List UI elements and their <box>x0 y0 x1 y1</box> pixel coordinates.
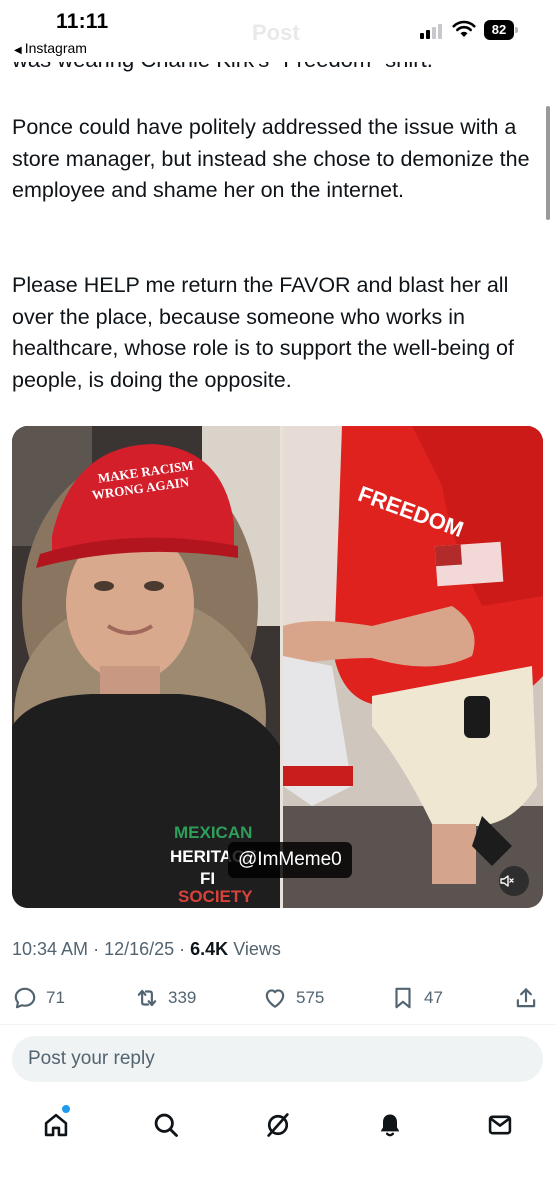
nav-notifications[interactable] <box>370 1105 410 1145</box>
home-icon <box>44 1113 68 1137</box>
repost-button[interactable]: 339 <box>134 978 196 1018</box>
media-watermark: @ImMeme0 <box>228 842 352 878</box>
bottom-nav <box>0 1095 555 1155</box>
bookmark-count: 47 <box>424 988 443 1007</box>
tweet-time: 10:34 AM <box>12 939 89 959</box>
tweet-media-video[interactable]: MEXICAN HERITAGE FI SOCIETY MAKE RACISM … <box>12 426 543 908</box>
battery-level: 82 <box>484 20 514 40</box>
messages-icon <box>488 1115 512 1135</box>
tweet-paragraph-1: Ponce could have politely addressed the … <box>12 115 530 202</box>
tweet-meta: 10:34 AM · 12/16/25 · 6.4K Views <box>12 939 281 959</box>
reply-button[interactable]: 71 <box>12 978 65 1018</box>
status-bar: Post 11:11 ◀ Instagram 82 <box>0 0 555 62</box>
speaker-muted-icon <box>500 875 514 887</box>
shirt-text-4: SOCIETY <box>178 887 253 906</box>
bookmark-button[interactable]: 47 <box>390 978 443 1018</box>
reply-count: 71 <box>46 988 65 1007</box>
nav-search[interactable] <box>146 1105 186 1145</box>
divider <box>0 1024 555 1025</box>
tweet-action-bar: 71 339 575 47 <box>0 978 555 1018</box>
battery-icon: 82 <box>484 20 518 40</box>
nav-grok[interactable] <box>258 1105 298 1145</box>
back-to-app-link[interactable]: ◀ Instagram <box>14 40 87 56</box>
notifications-icon <box>380 1114 400 1137</box>
mute-toggle-button[interactable] <box>499 866 529 896</box>
back-triangle-icon: ◀ <box>14 45 22 56</box>
ghost-header-title: Post <box>252 20 300 45</box>
share-icon <box>516 988 536 1008</box>
home-notification-dot <box>62 1105 70 1113</box>
scrollbar[interactable] <box>546 106 550 220</box>
nav-messages[interactable] <box>480 1105 520 1145</box>
search-icon <box>154 1113 178 1137</box>
tweet-paragraph-2: Please HELP me return the FAVOR and blas… <box>12 273 514 392</box>
tweet-date: 12/16/25 <box>104 939 175 959</box>
shirt-text-1: MEXICAN <box>174 823 252 842</box>
bookmark-icon <box>395 987 411 1009</box>
cellular-signal-icon <box>420 23 446 39</box>
status-time: 11:11 <box>56 10 109 33</box>
video-frame: MEXICAN HERITAGE FI SOCIETY MAKE RACISM … <box>12 426 543 908</box>
views-label[interactable]: Views <box>233 939 281 959</box>
wifi-icon <box>452 20 476 37</box>
share-button[interactable] <box>513 978 547 1018</box>
like-button[interactable]: 575 <box>262 978 324 1018</box>
grok-icon <box>267 1113 289 1137</box>
reply-icon <box>14 987 36 1009</box>
nav-home[interactable] <box>36 1105 76 1145</box>
reply-input[interactable] <box>12 1036 543 1082</box>
repost-icon <box>137 989 157 1007</box>
heart-icon <box>265 989 285 1008</box>
like-count: 575 <box>296 988 325 1007</box>
shirt-text-3: FI <box>200 869 215 888</box>
repost-count: 339 <box>168 988 197 1007</box>
views-count: 6.4K <box>190 939 229 959</box>
back-app-label: Instagram <box>24 40 87 56</box>
